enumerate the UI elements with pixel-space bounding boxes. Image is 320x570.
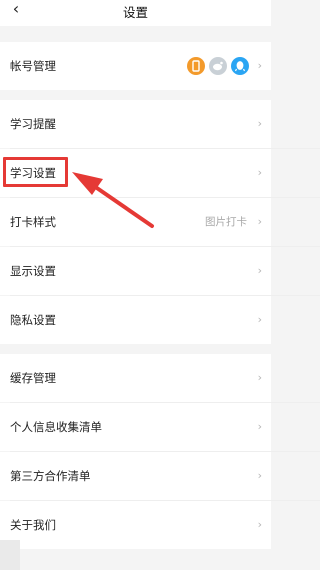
- annotation-arrow-icon: [72, 172, 154, 228]
